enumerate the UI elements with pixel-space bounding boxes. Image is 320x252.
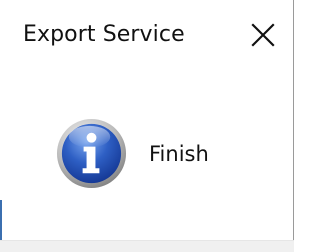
message-dialog: Export Service Finish [0,0,294,252]
close-icon [251,23,275,47]
dialog-footer [0,240,294,252]
dialog-title: Export Service [23,22,185,47]
message-content: Finish [55,117,209,190]
close-button[interactable] [240,14,286,56]
message-text: Finish [149,141,209,166]
info-icon [56,118,127,189]
window-edge [0,200,2,240]
